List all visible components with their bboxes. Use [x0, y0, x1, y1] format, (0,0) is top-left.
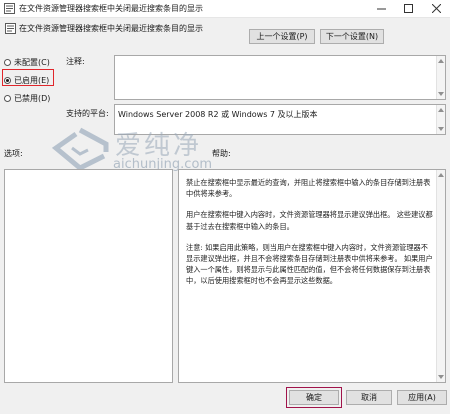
scroll-down-icon[interactable]: [438, 375, 444, 379]
help-text: 禁止在搜索框中显示最近的查询，并阻止将搜索框中输入的条目存储到注册表中供将来参考…: [186, 177, 434, 297]
comment-label: 注释:: [66, 57, 85, 66]
title-bar: 在文件资源管理器搜索框中关闭最近搜索条目的显示: [0, 0, 450, 18]
close-button[interactable]: [422, 0, 450, 17]
scroll-up-icon[interactable]: [438, 108, 444, 112]
enabled-highlight-box: [2, 69, 54, 86]
minimize-button[interactable]: [368, 0, 394, 17]
policy-setting-icon: [4, 3, 15, 14]
help-panel: 禁止在搜索框中显示最近的查询，并阻止将搜索框中输入的条目存储到注册表中供将来参考…: [178, 169, 446, 383]
close-icon: [431, 4, 441, 13]
scroll-down-icon[interactable]: [438, 127, 444, 131]
supported-on-value: Windows Server 2008 R2 或 Windows 7 及以上版本: [118, 110, 318, 119]
radio-disabled[interactable]: 已禁用(D): [4, 93, 50, 104]
help-paragraph: 禁止在搜索框中显示最近的查询，并阻止将搜索框中输入的条目存储到注册表中供将来参考…: [186, 178, 431, 199]
ok-button[interactable]: 确定: [289, 390, 339, 405]
window-title: 在文件资源管理器搜索框中关闭最近搜索条目的显示: [19, 4, 203, 13]
help-paragraph: 用户在搜索框中键入内容时，文件资源管理器将显示建议弹出框。 这些建议都基于过去在…: [186, 210, 433, 231]
previous-setting-button[interactable]: 上一个设置(P): [249, 29, 315, 44]
radio-label: 已禁用(D): [14, 94, 51, 103]
cancel-button[interactable]: 取消: [346, 390, 392, 405]
radio-circle: [4, 59, 11, 66]
scroll-up-icon[interactable]: [438, 59, 444, 63]
comment-scrollbar[interactable]: [436, 56, 445, 99]
scroll-up-icon[interactable]: [438, 173, 444, 177]
next-setting-button[interactable]: 下一个设置(N): [320, 29, 384, 44]
apply-button[interactable]: 应用(A): [397, 390, 447, 405]
scroll-down-icon[interactable]: [438, 92, 444, 96]
supported-scrollbar[interactable]: [436, 105, 445, 134]
help-scrollbar[interactable]: [436, 170, 445, 382]
setting-title: 在文件资源管理器搜索框中关闭最近搜索条目的显示: [19, 24, 203, 33]
maximize-button[interactable]: [395, 0, 421, 17]
help-paragraph: 注意: 如果启用此策略，则当用户在搜索框中键入内容时，文件资源管理器不显示建议弹…: [186, 242, 433, 286]
comment-textarea[interactable]: [114, 55, 446, 100]
help-label: 帮助:: [212, 149, 231, 158]
options-panel: [4, 169, 173, 383]
policy-setting-icon: [5, 23, 16, 34]
minimize-icon: [376, 8, 386, 10]
options-label: 选项:: [4, 149, 23, 158]
watermark-logo-icon: [51, 127, 109, 171]
radio-label: 未配置(C): [14, 58, 50, 67]
radio-circle: [4, 95, 11, 102]
maximize-icon: [403, 4, 413, 13]
supported-on-label: 支持的平台:: [66, 109, 109, 118]
policy-dialog: 在文件资源管理器搜索框中关闭最近搜索条目的显示 在文件资源管理器搜索框中关闭最近…: [0, 0, 450, 414]
radio-not-configured[interactable]: 未配置(C): [4, 57, 50, 68]
